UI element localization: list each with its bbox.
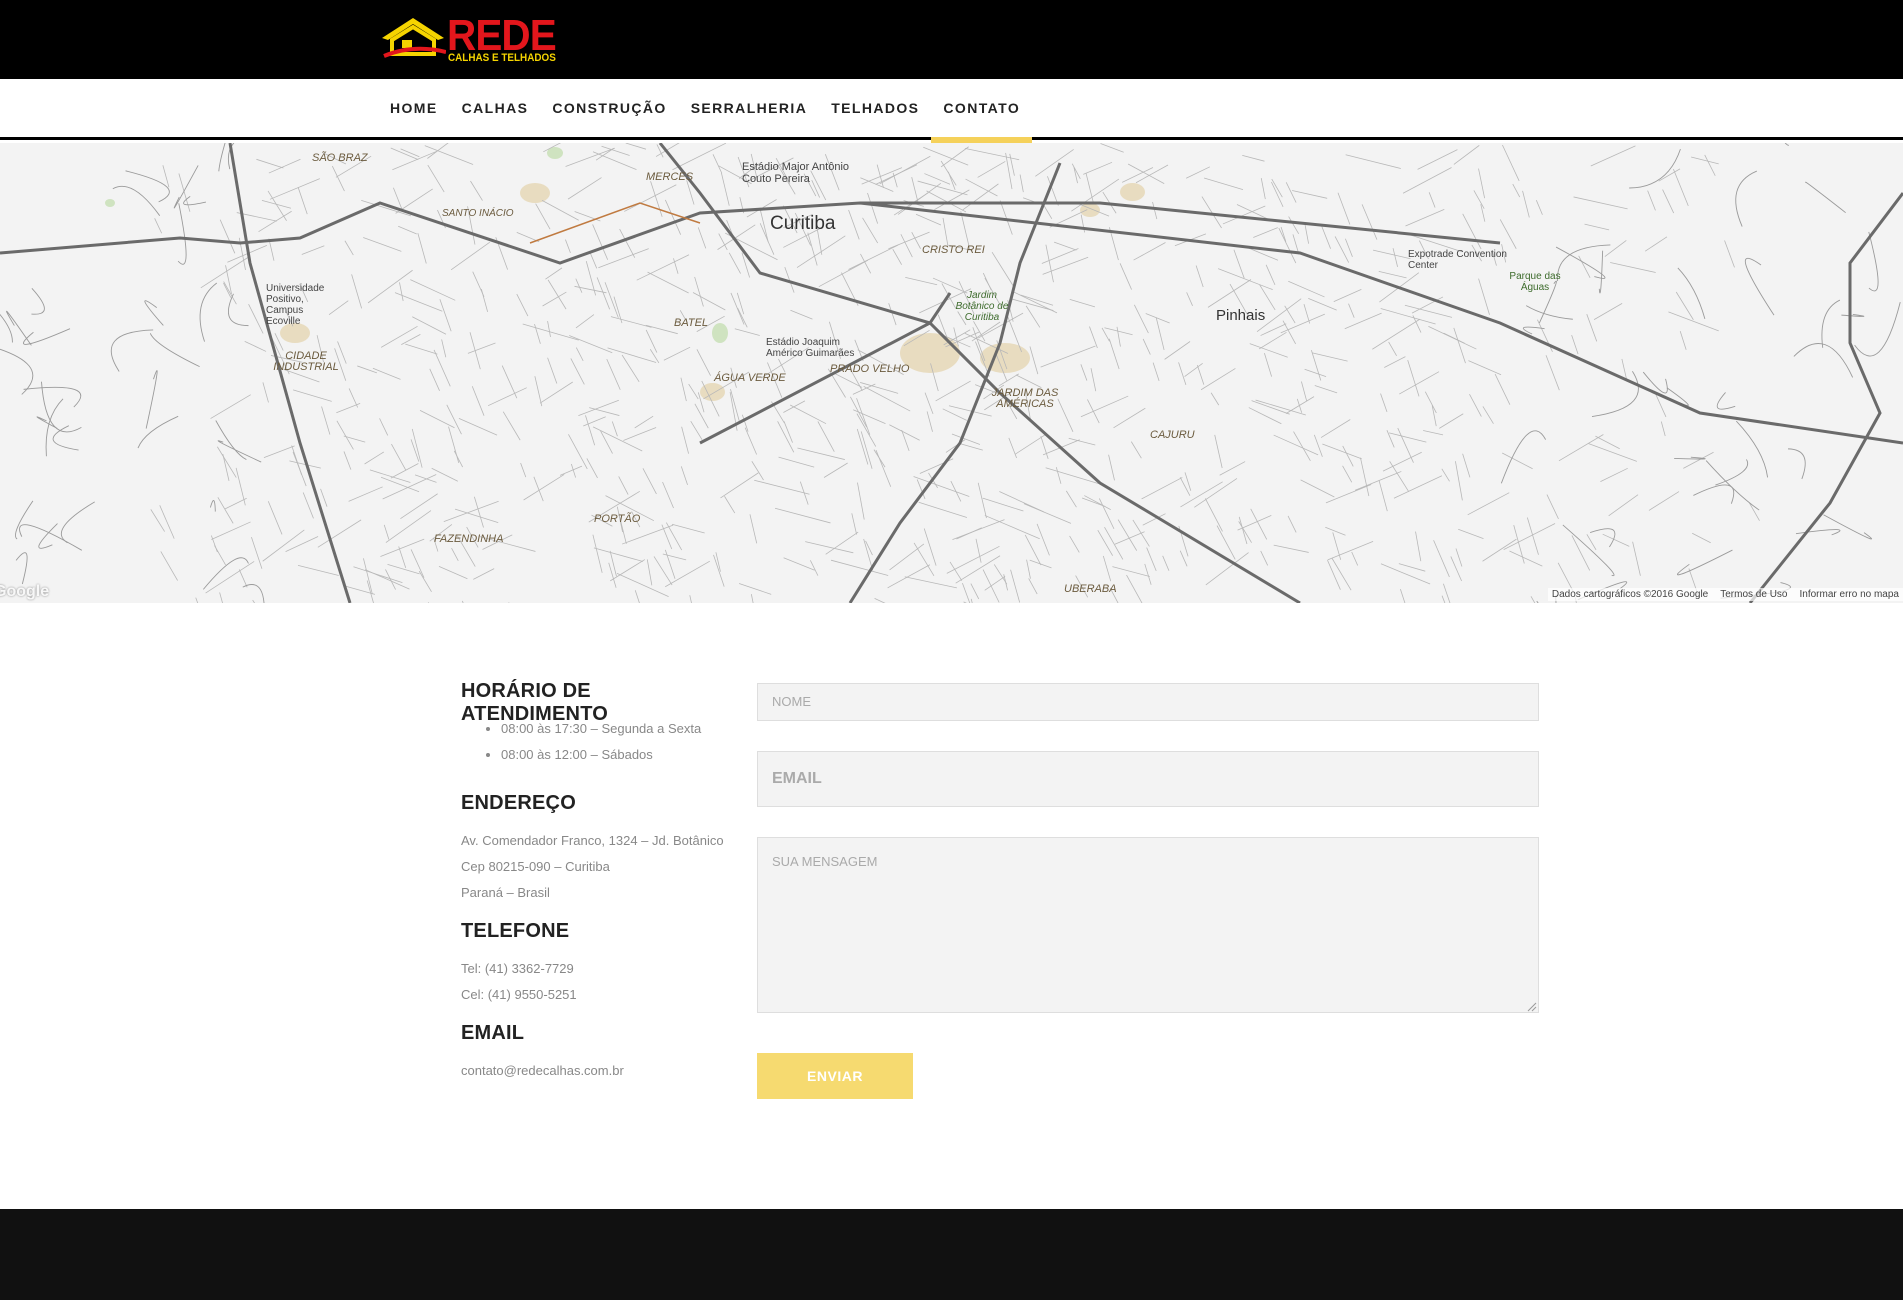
map-streets [0, 143, 1903, 603]
google-map[interactable]: Curitiba Pinhais SÃO BRAZ MERCES SANTO I… [0, 143, 1903, 603]
map-label-estadio-joaquim: Estádio Joaquim Américo Guimarães [766, 337, 855, 359]
hours-item: 08:00 às 12:00 – Sábados [501, 742, 701, 768]
map-label-city: Curitiba [770, 213, 836, 234]
map-label-cajuru: CAJURU [1150, 429, 1195, 441]
hours-item: 08:00 às 17:30 – Segunda a Sexta [501, 716, 701, 742]
map-label-merces: MERCES [646, 171, 694, 183]
map-terms-link[interactable]: Termos de Uso [1720, 589, 1787, 600]
map-label-jardim-americas: JARDIM DAS AMÉRICAS [991, 387, 1059, 410]
email-address[interactable]: contato@redecalhas.com.br [461, 1063, 624, 1078]
address-line: Paraná – Brasil [461, 885, 550, 900]
nav-item-serralheria[interactable]: SERRALHERIA [679, 79, 820, 137]
map-label-cristo-rei: CRISTO REI [922, 244, 985, 256]
map-label-fazendinha: FAZENDINHA [434, 533, 504, 545]
logo-subtitle: CALHAS E TELHADOS [448, 52, 556, 64]
map-attribution: Dados cartográficos ©2016 Google Termos … [1547, 588, 1903, 601]
top-header: REDE CALHAS E TELHADOS [0, 0, 1903, 79]
map-label-batel: BATEL [674, 317, 709, 329]
email-title: EMAIL [461, 1022, 525, 1044]
address-title: ENDEREÇO [461, 792, 576, 814]
map-label-santo-inacio: SANTO INÁCIO [442, 208, 514, 219]
address-line: Av. Comendador Franco, 1324 – Jd. Botâni… [461, 833, 724, 848]
google-logo: Google [0, 583, 50, 600]
email-input[interactable]: EMAIL [757, 751, 1539, 807]
map-label-uberaba: UBERABA [1064, 583, 1117, 595]
logo[interactable]: REDE CALHAS E TELHADOS [380, 14, 560, 66]
map-report-link[interactable]: Informar erro no mapa [1800, 589, 1900, 600]
map-label-jardim-botanico: Jardim Botânico de Curitiba [955, 290, 1009, 323]
submit-button[interactable]: ENVIAR [757, 1053, 913, 1099]
hours-list: 08:00 às 17:30 – Segunda a Sexta 08:00 à… [501, 716, 701, 768]
map-label-prado-velho: PRADO VELHO [830, 363, 910, 375]
map-label-agua-verde: ÁGUA VERDE [714, 372, 786, 384]
map-label-sao-braz: SÃO BRAZ [312, 152, 368, 164]
footer [0, 1209, 1903, 1300]
nav-item-calhas[interactable]: CALHAS [450, 79, 541, 137]
map-label-portao: PORTÃO [594, 513, 641, 525]
map-label-parque-aguas: Parque das Águas [1509, 271, 1561, 293]
map-label-cidade-industrial: CIDADE INDUSTRIAL [273, 350, 339, 373]
phone-line: Tel: (41) 3362-7729 [461, 961, 574, 976]
nav-menu: HOME CALHAS CONSTRUÇÃO SERRALHERIA TELHA… [378, 79, 1032, 143]
map-label-universidade: Universidade Positivo, Campus Ecoville [266, 283, 325, 327]
nav-item-construcao[interactable]: CONSTRUÇÃO [540, 79, 678, 137]
map-label-estadio-major: Estádio Major Antônio Couto Pereira [742, 161, 850, 185]
map-copyright: Dados cartográficos ©2016 Google [1551, 589, 1709, 600]
resize-handle-icon[interactable] [1527, 1002, 1537, 1012]
nav-item-telhados[interactable]: TELHADOS [819, 79, 931, 137]
cell-line: Cel: (41) 9550-5251 [461, 987, 577, 1002]
main-navigation: HOME CALHAS CONSTRUÇÃO SERRALHERIA TELHA… [0, 79, 1903, 143]
name-input[interactable]: NOME [757, 683, 1539, 721]
message-textarea[interactable]: SUA MENSAGEM [757, 837, 1539, 1013]
nav-item-contato[interactable]: CONTATO [931, 79, 1032, 143]
house-icon [382, 18, 446, 58]
map-label-pinhais: Pinhais [1216, 307, 1266, 324]
phone-title: TELEFONE [461, 920, 570, 942]
address-line: Cep 80215-090 – Curitiba [461, 859, 610, 874]
nav-item-home[interactable]: HOME [378, 79, 450, 137]
map-label-expotrade: Expotrade Convention Center [1408, 249, 1507, 271]
